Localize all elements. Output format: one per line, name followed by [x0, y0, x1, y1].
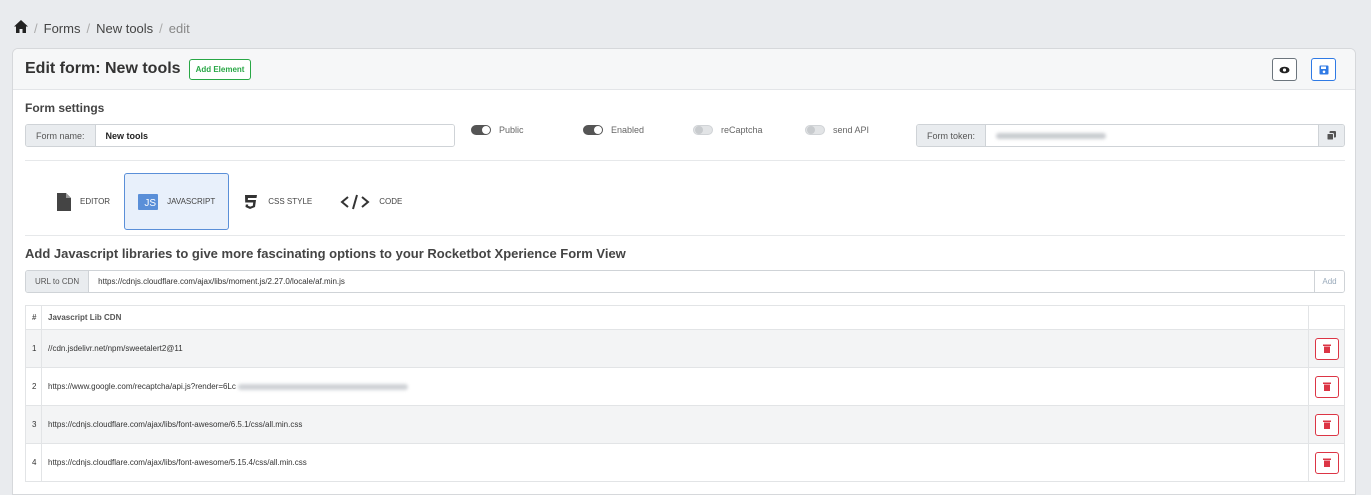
tab-javascript-label: JAVASCRIPT	[167, 197, 216, 206]
tab-editor[interactable]: EDITOR	[43, 173, 124, 230]
css3-icon	[245, 194, 258, 209]
table-header-row: # Javascript Lib CDN	[25, 305, 1345, 330]
breadcrumb-forms[interactable]: Forms	[44, 21, 81, 36]
row-url: //cdn.jsdelivr.net/npm/sweetalert2@11	[41, 329, 1309, 368]
toggle-public-label: Public	[499, 125, 524, 135]
send-api-switch[interactable]	[805, 125, 825, 135]
delete-button[interactable]	[1314, 337, 1339, 360]
tab-editor-label: EDITOR	[80, 197, 111, 206]
form-token-field: Form token:	[916, 124, 1345, 147]
code-icon	[340, 194, 370, 209]
breadcrumb-form[interactable]: New tools	[96, 21, 153, 36]
table-row: 3 https://cdnjs.cloudflare.com/ajax/libs…	[25, 405, 1345, 444]
tab-code[interactable]: CODE	[326, 173, 416, 230]
toggle-enabled[interactable]: Enabled	[583, 125, 644, 135]
column-header-actions	[1308, 305, 1345, 330]
tab-css-style[interactable]: CSS STYLE	[229, 173, 326, 230]
home-icon[interactable]	[14, 20, 28, 36]
toggle-send-api-label: send API	[833, 125, 870, 135]
toggle-recaptcha[interactable]: reCaptcha	[693, 125, 763, 135]
js-lib-table: # Javascript Lib CDN 1 //cdn.jsdelivr.ne…	[25, 305, 1345, 482]
add-element-button[interactable]: Add Element	[188, 58, 252, 80]
add-cdn-button[interactable]: Add	[1314, 271, 1344, 292]
row-url: https://www.google.com/recaptcha/api.js?…	[48, 382, 236, 391]
file-icon	[57, 192, 71, 211]
save-button[interactable]	[1311, 58, 1336, 81]
js-section-title: Add Javascript libraries to give more fa…	[25, 246, 626, 261]
trash-icon	[1322, 344, 1331, 353]
breadcrumb-current: edit	[168, 20, 190, 36]
divider	[25, 160, 1345, 161]
toggle-enabled-label: Enabled	[611, 125, 645, 135]
form-name-field: Form name: New tools	[25, 124, 455, 147]
page-title: Edit form: New tools	[25, 60, 181, 77]
row-number: 4	[25, 443, 42, 482]
column-header-number: #	[25, 305, 42, 330]
toggle-send-api[interactable]: send API	[805, 125, 869, 135]
row-url-cell: https://www.google.com/recaptcha/api.js?…	[41, 367, 1309, 406]
form-settings-title: Form settings	[25, 101, 105, 115]
delete-button[interactable]	[1314, 451, 1339, 474]
row-url: https://cdnjs.cloudflare.com/ajax/libs/f…	[41, 443, 1309, 482]
row-url: https://cdnjs.cloudflare.com/ajax/libs/f…	[41, 405, 1309, 444]
row-number: 3	[25, 405, 42, 444]
preview-button[interactable]	[1272, 58, 1297, 81]
column-header-cdn: Javascript Lib CDN	[41, 305, 1309, 330]
table-row: 4 https://cdnjs.cloudflare.com/ajax/libs…	[25, 443, 1345, 482]
toggle-public[interactable]: Public	[471, 125, 524, 135]
breadcrumb-separator: /	[34, 20, 38, 36]
copy-icon	[1327, 131, 1336, 140]
table-row: 2 https://www.google.com/recaptcha/api.j…	[25, 367, 1345, 406]
cdn-input-group: URL to CDN https://cdnjs.cloudflare.com/…	[25, 270, 1345, 293]
card-header: Edit form: New tools Add Element	[13, 49, 1355, 90]
floppy-disk-icon	[1319, 65, 1328, 74]
copy-token-button[interactable]	[1318, 125, 1344, 146]
tab-javascript[interactable]: JS JAVASCRIPT	[124, 173, 230, 230]
divider	[25, 235, 1345, 236]
js-icon: JS	[138, 193, 159, 210]
breadcrumb: / Forms / New tools / edit	[14, 20, 190, 36]
eye-icon	[1279, 66, 1290, 73]
enabled-switch[interactable]	[583, 125, 603, 135]
delete-button[interactable]	[1314, 375, 1339, 398]
tab-code-label: CODE	[379, 197, 403, 206]
public-switch[interactable]	[471, 125, 491, 135]
breadcrumb-separator: /	[159, 20, 163, 36]
breadcrumb-separator: /	[86, 20, 91, 36]
redacted-key	[237, 383, 408, 390]
form-token-value	[986, 125, 1318, 146]
delete-button[interactable]	[1314, 413, 1339, 436]
form-name-label: Form name:	[26, 125, 96, 146]
trash-icon	[1322, 382, 1331, 391]
trash-icon	[1322, 420, 1331, 429]
cdn-url-input[interactable]: https://cdnjs.cloudflare.com/ajax/libs/m…	[89, 271, 1314, 292]
trash-icon	[1322, 458, 1331, 467]
row-number: 2	[25, 367, 42, 406]
redacted-token	[996, 132, 1107, 139]
edit-form-card: Edit form: New tools Add Element Form se…	[12, 48, 1356, 495]
form-token-label: Form token:	[917, 125, 987, 146]
editor-tabs: EDITOR JS JAVASCRIPT CSS STYLE CODE	[43, 173, 416, 230]
cdn-label: URL to CDN	[26, 271, 90, 292]
recaptcha-switch[interactable]	[693, 125, 713, 135]
form-name-input[interactable]: New tools	[95, 125, 454, 146]
table-row: 1 //cdn.jsdelivr.net/npm/sweetalert2@11	[25, 329, 1345, 368]
tab-css-style-label: CSS STYLE	[268, 197, 313, 206]
row-number: 1	[25, 329, 42, 368]
toggle-recaptcha-label: reCaptcha	[721, 125, 763, 135]
